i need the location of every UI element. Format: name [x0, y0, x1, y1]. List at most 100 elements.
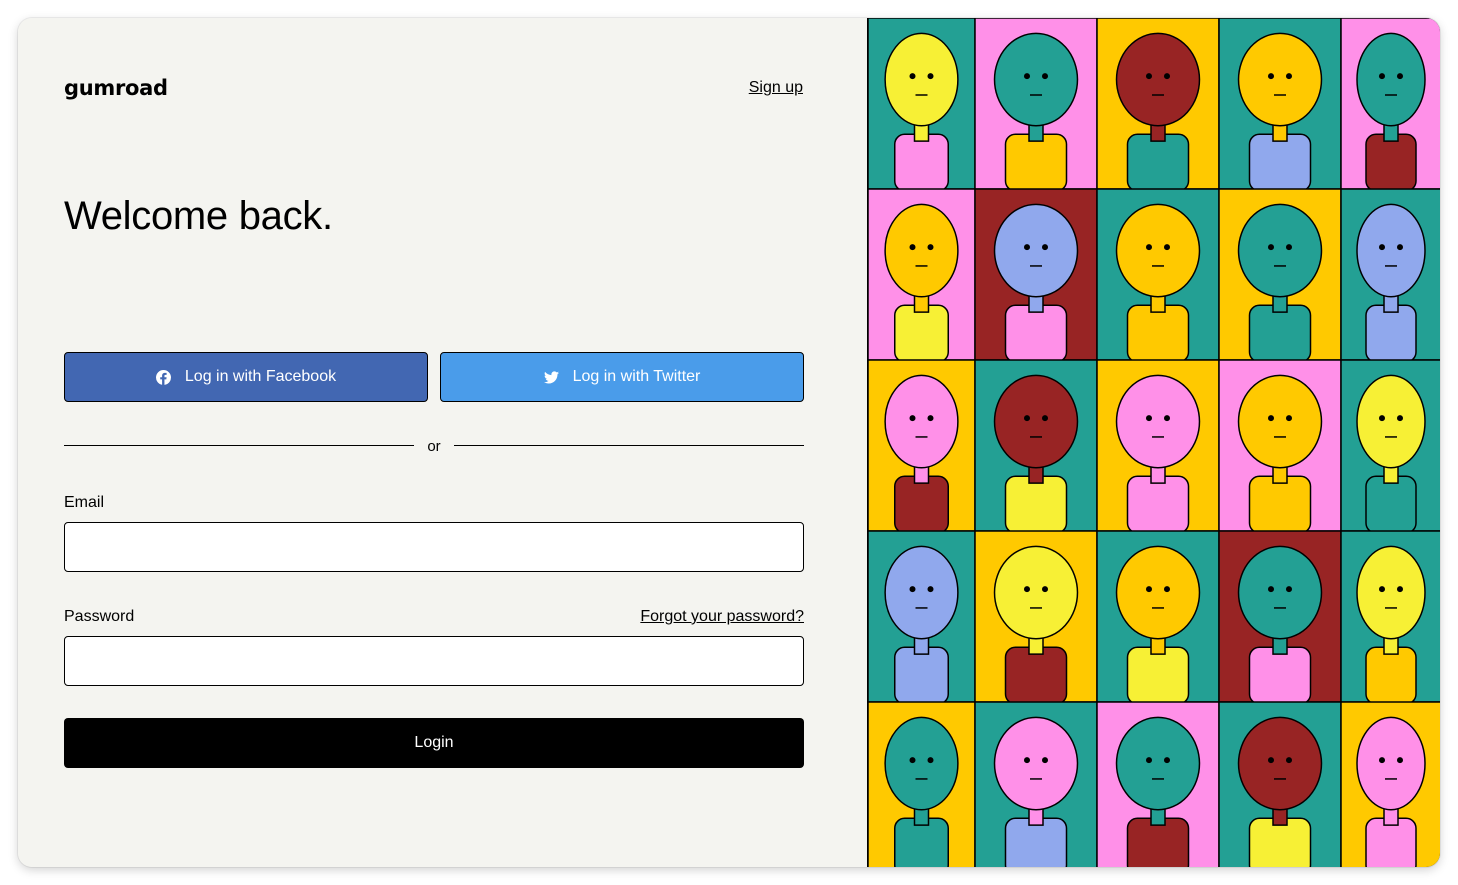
character-eye	[1397, 244, 1403, 251]
character-eye	[927, 244, 934, 251]
character-eye	[1164, 415, 1170, 422]
forgot-password-link[interactable]: Forgot your password?	[640, 608, 804, 626]
character-body	[1248, 133, 1312, 192]
character-eye	[1164, 757, 1170, 764]
character-eye	[1146, 244, 1152, 251]
character-eye	[1379, 244, 1385, 251]
character-body	[1126, 304, 1190, 363]
character-eye	[1397, 415, 1403, 422]
character-eye	[1024, 757, 1030, 764]
character-body	[1248, 475, 1312, 534]
character-eye	[909, 244, 916, 251]
character-eye	[1164, 586, 1170, 593]
gumroad-logo[interactable]: Gumroad	[64, 76, 168, 100]
character-eye	[1286, 244, 1292, 251]
character-head	[884, 545, 959, 640]
facebook-login-button[interactable]: Log in with Facebook	[64, 352, 428, 402]
character-body	[1365, 475, 1417, 534]
character-head	[1237, 716, 1323, 811]
character-eye	[909, 757, 916, 764]
character-body	[1365, 646, 1417, 705]
character-eye	[1042, 415, 1048, 422]
twitter-icon	[543, 370, 559, 384]
character-illustration-grid	[868, 18, 1440, 867]
character-eye	[1024, 244, 1030, 251]
character-head	[884, 203, 959, 298]
character-eye	[1379, 757, 1385, 764]
character-eye	[1397, 73, 1403, 80]
character-eye	[927, 415, 934, 422]
character-eye	[909, 415, 916, 422]
character-head	[993, 32, 1079, 127]
facebook-icon	[155, 369, 171, 385]
character-eye	[909, 73, 916, 80]
character-head	[1356, 32, 1426, 127]
character-eye	[1379, 586, 1385, 593]
character-eye	[1024, 586, 1030, 593]
character-head	[993, 716, 1079, 811]
character-body	[1248, 646, 1312, 705]
character-eye	[1379, 73, 1385, 80]
character-eye	[909, 586, 916, 593]
character-head	[1115, 716, 1201, 811]
signup-link[interactable]: Sign up	[749, 79, 803, 97]
character-body	[1365, 304, 1417, 363]
character-body	[1126, 133, 1190, 192]
character-eye	[1268, 73, 1274, 80]
character-body	[894, 646, 949, 705]
character-body	[1004, 646, 1068, 705]
character-eye	[1146, 586, 1152, 593]
character-eye	[1024, 415, 1030, 422]
character-head	[1237, 203, 1323, 298]
character-eye	[927, 73, 934, 80]
character-eye	[1146, 73, 1152, 80]
character-head	[884, 32, 959, 127]
divider-text: or	[427, 438, 441, 455]
character-head	[1237, 32, 1323, 127]
character-eye	[1397, 586, 1403, 593]
character-eye	[927, 757, 934, 764]
character-head	[1237, 545, 1323, 640]
email-field[interactable]	[64, 522, 804, 572]
character-head	[993, 545, 1079, 640]
email-label: Email	[64, 494, 105, 511]
character-eye	[1268, 586, 1274, 593]
character-head	[1237, 374, 1323, 469]
character-eye	[1286, 73, 1292, 80]
login-window: Gumroad Sign up Welcome back. Log in wit…	[18, 18, 1440, 867]
password-field[interactable]	[64, 636, 804, 686]
character-eye	[1042, 73, 1048, 80]
character-body	[1365, 133, 1417, 192]
character-head	[1115, 203, 1201, 298]
character-head	[1115, 32, 1201, 127]
character-body	[894, 304, 949, 363]
divider-line-right	[454, 445, 804, 446]
character-head	[1356, 374, 1426, 469]
password-label: Password	[64, 608, 135, 625]
character-body	[1004, 475, 1068, 534]
character-head	[1356, 716, 1426, 811]
login-button[interactable]: Login	[64, 718, 804, 768]
character-head	[1115, 374, 1201, 469]
page-title: Welcome back.	[64, 194, 333, 238]
twitter-login-button[interactable]: Log in with Twitter	[440, 352, 804, 402]
character-eye	[1286, 415, 1292, 422]
character-body	[1126, 475, 1190, 534]
character-body	[1248, 304, 1312, 363]
facebook-button-label: Log in with Facebook	[184, 368, 337, 385]
character-eye	[1164, 244, 1170, 251]
character-eye	[1379, 415, 1385, 422]
character-eye	[1268, 244, 1274, 251]
character-head	[1356, 545, 1426, 640]
character-eye	[1268, 415, 1274, 422]
character-body	[1004, 304, 1068, 363]
character-eye	[927, 586, 934, 593]
character-head	[884, 716, 959, 811]
character-head	[993, 374, 1079, 469]
character-eye	[1286, 586, 1292, 593]
character-eye	[1146, 415, 1152, 422]
character-head	[1356, 203, 1426, 298]
or-divider: or	[64, 436, 804, 460]
character-head	[1115, 545, 1201, 640]
character-body	[1004, 133, 1068, 192]
